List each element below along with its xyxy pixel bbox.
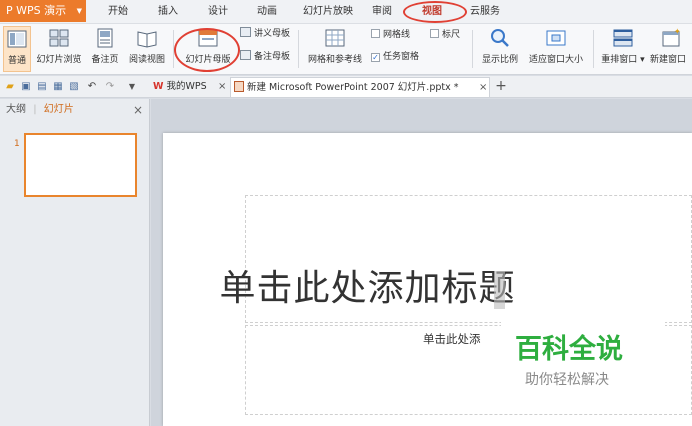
fit-to-window-button[interactable]: 适应窗口大小	[524, 26, 588, 72]
customize-dropdown-icon[interactable]: ▼	[126, 80, 138, 93]
handout-master-button[interactable]: 讲义母板	[240, 27, 290, 41]
doc-tab-active-presentation[interactable]: 新建 Microsoft PowerPoint 2007 幻灯片.pptx * …	[230, 77, 490, 97]
wps-w-logo-icon: W	[153, 81, 164, 92]
wps-presentation-window: P WPS 演示 ▼ 开始 插入 设计 动画 幻灯片放映 审阅 视图 云服务 普…	[0, 0, 692, 426]
export-icon[interactable]: ▤	[36, 80, 48, 93]
grid-icon	[325, 29, 345, 47]
redo-icon[interactable]: ↷	[104, 80, 116, 93]
tab-review[interactable]: 审阅	[364, 0, 400, 24]
notes-page-icon	[97, 28, 113, 48]
app-name: WPS 演示	[16, 4, 67, 17]
ruler-checkbox[interactable]: 标尺	[430, 28, 460, 42]
checkbox-icon	[430, 29, 439, 38]
print-preview-icon[interactable]: ▧	[68, 80, 80, 93]
text-cursor	[494, 271, 505, 309]
close-tab-button[interactable]: ×	[218, 77, 226, 97]
close-pane-button[interactable]: ×	[133, 99, 143, 121]
new-window-icon: ✦	[662, 28, 681, 47]
checkmark-icon: ✓	[371, 53, 380, 62]
notes-master-button[interactable]: 备注母板	[240, 50, 290, 64]
arrange-windows-icon	[613, 29, 633, 47]
grid-guides-button[interactable]: 网格和参考线	[304, 26, 366, 72]
arrange-windows-button[interactable]: 重排窗口 ▾	[598, 26, 648, 72]
slide-thumbnail[interactable]	[24, 133, 137, 197]
menu-bar: P WPS 演示 ▼ 开始 插入 设计 动画 幻灯片放映 审阅 视图 云服务	[0, 0, 692, 24]
tab-animation[interactable]: 动画	[247, 0, 287, 24]
slide-sorter-button[interactable]: 幻灯片浏览	[33, 26, 85, 72]
tab-start[interactable]: 开始	[98, 0, 138, 24]
slide-sorter-icon	[49, 29, 69, 47]
open-folder-icon[interactable]: ▰	[4, 80, 16, 93]
doc-tab-my-wps[interactable]: W 我的WPS ×	[150, 77, 230, 97]
subtitle-placeholder-text: 单击此处添	[423, 332, 481, 346]
save-icon[interactable]: ▣	[20, 80, 32, 93]
tab-slides[interactable]: 幻灯片	[44, 104, 74, 115]
wps-app-menu-button[interactable]: P WPS 演示 ▼	[0, 0, 86, 22]
fit-window-icon	[546, 30, 566, 46]
reading-view-icon	[137, 31, 157, 48]
new-tab-button[interactable]: +	[494, 79, 508, 93]
ribbon-separator	[472, 30, 473, 68]
notes-page-button[interactable]: 备注页	[88, 26, 122, 72]
pane-tabs: 大纲 | 幻灯片	[0, 99, 149, 121]
ribbon-view: 普通 幻灯片浏览 备注页 阅读视图 幻灯片母版 讲义母板 备注母板 网格和参考线…	[0, 24, 692, 75]
tab-insert[interactable]: 插入	[148, 0, 188, 24]
quick-access-toolbar: ▰ ▣ ▤ ▦ ▧ ↶ ↷ ▼ W 我的WPS × 新建 Microsoft Po…	[0, 76, 692, 98]
tab-cloud-service[interactable]: 云服务	[462, 0, 508, 24]
wps-logo-icon: P	[6, 4, 17, 17]
undo-icon[interactable]: ↶	[86, 80, 98, 93]
tab-slideshow[interactable]: 幻灯片放映	[296, 0, 360, 24]
magnifier-icon	[491, 29, 509, 47]
dropdown-arrow-icon: ▼	[76, 7, 82, 15]
normal-view-button[interactable]: 普通	[3, 26, 31, 72]
task-pane-checkbox[interactable]: ✓ 任务窗格	[371, 50, 419, 64]
normal-view-icon	[7, 30, 27, 48]
watermark-title: 百科全说	[515, 334, 623, 365]
reading-view-button[interactable]: 阅读视图	[125, 26, 169, 72]
print-icon[interactable]: ▦	[52, 80, 64, 93]
new-window-button[interactable]: ✦ 新建窗口	[650, 26, 692, 72]
ribbon-separator	[593, 30, 594, 68]
annotation-oval-slide-master	[174, 28, 240, 72]
checkbox-icon	[371, 29, 380, 38]
slide-number: 1	[14, 139, 20, 149]
watermark-subtitle: 助你轻松解决	[525, 372, 609, 388]
tab-divider: |	[33, 104, 37, 115]
pptx-file-icon	[234, 81, 244, 92]
gridlines-checkbox[interactable]: 网格线	[371, 28, 410, 42]
annotation-oval-view-tab	[403, 1, 467, 23]
ribbon-separator	[298, 30, 299, 68]
zoom-button[interactable]: 显示比例	[478, 26, 522, 72]
svg-text:✦: ✦	[674, 28, 681, 36]
tab-design[interactable]: 设计	[198, 0, 238, 24]
tab-outline[interactable]: 大纲	[6, 104, 26, 115]
close-tab-button[interactable]: ×	[479, 78, 487, 98]
notes-master-icon	[240, 50, 251, 60]
slide-editing-area: 单击此处添加标题 单击此处添 百科全说 助你轻松解决	[151, 99, 692, 426]
slide[interactable]: 单击此处添加标题 单击此处添 百科全说 助你轻松解决	[163, 133, 692, 426]
title-placeholder-text: 单击此处添加标题	[219, 268, 516, 309]
handout-master-icon	[240, 27, 251, 37]
